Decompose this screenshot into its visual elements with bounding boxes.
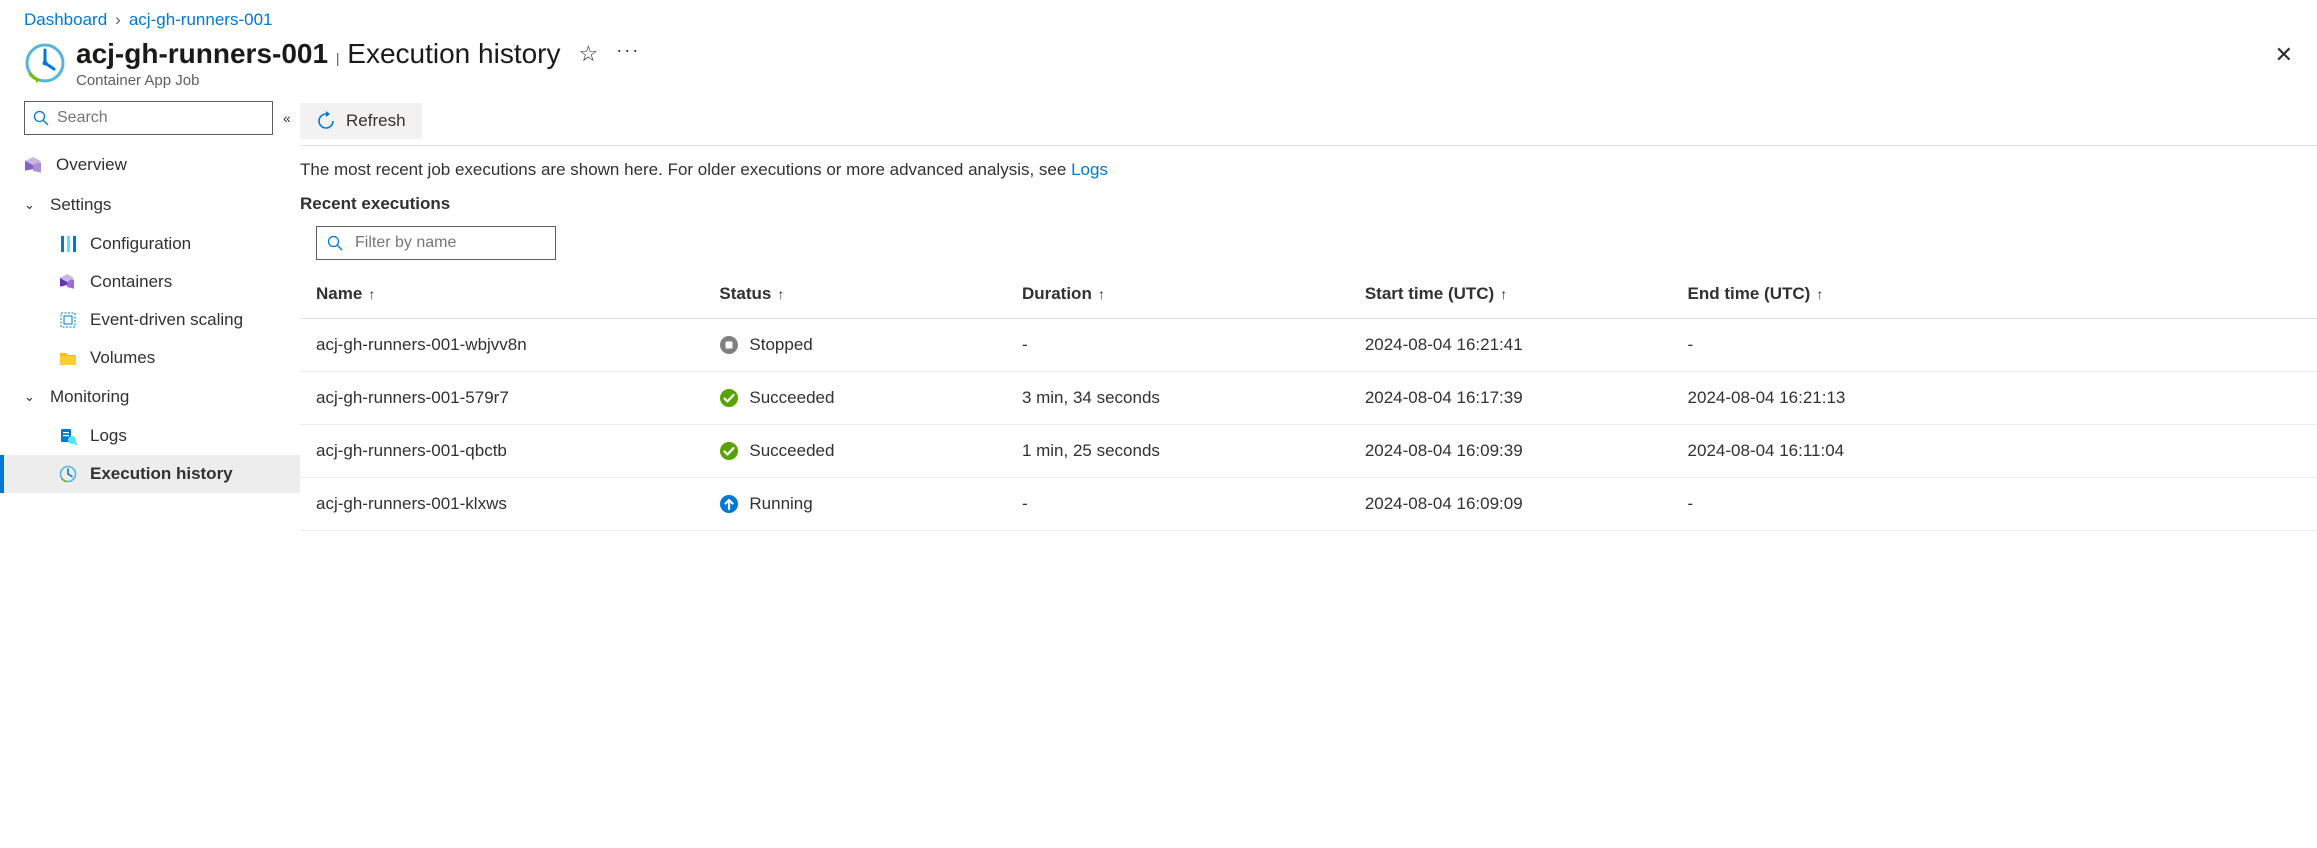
sidebar-item-label: Event-driven scaling	[90, 310, 243, 330]
sidebar-search[interactable]	[24, 101, 273, 135]
sort-up-icon: ↑	[368, 286, 375, 302]
table-row[interactable]: acj-gh-runners-001-klxwsRunning-2024-08-…	[300, 478, 2317, 531]
table-row[interactable]: acj-gh-runners-001-wbjvv8nStopped-2024-0…	[300, 319, 2317, 372]
chevron-down-icon: ⌄	[24, 197, 38, 213]
sort-up-icon: ↑	[1500, 286, 1507, 302]
col-end[interactable]: End time (UTC)↑	[1672, 270, 2317, 319]
cell-status: Running	[703, 478, 1006, 531]
search-icon	[327, 235, 343, 251]
cell-end: 2024-08-04 16:11:04	[1672, 425, 2317, 478]
sidebar-item-event-driven-scaling[interactable]: Event-driven scaling	[0, 301, 300, 339]
refresh-button[interactable]: Refresh	[300, 103, 422, 139]
info-hint: The most recent job executions are shown…	[300, 146, 2317, 190]
executions-table: Name↑ Status↑ Duration↑ Start time (UTC)…	[300, 270, 2317, 531]
page-header: acj-gh-runners-001 | Execution history ☆…	[0, 38, 2317, 97]
sidebar: « Overview ⌄ Settings	[0, 97, 300, 531]
filter-by-name[interactable]	[316, 226, 556, 260]
resource-icon	[24, 42, 66, 84]
cell-duration: -	[1006, 319, 1349, 372]
sidebar-item-execution-history[interactable]: Execution history	[0, 455, 300, 493]
col-start[interactable]: Start time (UTC)↑	[1349, 270, 1672, 319]
breadcrumb: Dashboard › acj-gh-runners-001	[0, 0, 2317, 38]
status-stopped-icon	[719, 335, 739, 355]
sidebar-item-volumes[interactable]: Volumes	[0, 339, 300, 377]
table-row[interactable]: acj-gh-runners-001-579r7Succeeded3 min, …	[300, 372, 2317, 425]
table-header-row: Name↑ Status↑ Duration↑ Start time (UTC)…	[300, 270, 2317, 319]
favorite-star-icon[interactable]: ☆	[579, 41, 599, 67]
configuration-icon	[58, 234, 78, 254]
sidebar-group-label: Settings	[50, 195, 111, 215]
cell-name: acj-gh-runners-001-579r7	[300, 372, 703, 425]
sidebar-item-configuration[interactable]: Configuration	[0, 225, 300, 263]
sidebar-item-label: Containers	[90, 272, 172, 292]
logs-link[interactable]: Logs	[1071, 160, 1108, 179]
logs-icon	[58, 426, 78, 446]
cell-status: Succeeded	[703, 372, 1006, 425]
cell-name: acj-gh-runners-001-klxws	[300, 478, 703, 531]
breadcrumb-root[interactable]: Dashboard	[24, 10, 107, 30]
page-title: acj-gh-runners-001 | Execution history	[76, 38, 561, 70]
section-title: Recent executions	[300, 190, 2317, 226]
col-name[interactable]: Name↑	[300, 270, 703, 319]
status-succeeded-icon	[719, 441, 739, 461]
filter-input[interactable]	[355, 234, 562, 252]
sidebar-group-settings[interactable]: ⌄ Settings	[0, 185, 300, 225]
resource-type-label: Container App Job	[76, 72, 640, 89]
sidebar-item-label: Logs	[90, 426, 127, 446]
sidebar-search-input[interactable]	[57, 109, 264, 127]
refresh-icon	[316, 111, 336, 131]
status-running-icon	[719, 494, 739, 514]
overview-icon	[24, 155, 44, 175]
sidebar-group-monitoring[interactable]: ⌄ Monitoring	[0, 377, 300, 417]
cell-name: acj-gh-runners-001-qbctb	[300, 425, 703, 478]
cell-status: Stopped	[703, 319, 1006, 372]
cell-duration: -	[1006, 478, 1349, 531]
scaling-icon	[58, 310, 78, 330]
sort-up-icon: ↑	[1816, 286, 1823, 302]
col-duration[interactable]: Duration↑	[1006, 270, 1349, 319]
history-icon	[58, 464, 78, 484]
sidebar-item-label: Volumes	[90, 348, 155, 368]
table-row[interactable]: acj-gh-runners-001-qbctbSucceeded1 min, …	[300, 425, 2317, 478]
search-icon	[33, 110, 49, 126]
sidebar-item-logs[interactable]: Logs	[0, 417, 300, 455]
sidebar-item-label: Execution history	[90, 464, 233, 484]
col-status[interactable]: Status↑	[703, 270, 1006, 319]
chevron-right-icon: ›	[115, 10, 121, 30]
sidebar-item-containers[interactable]: Containers	[0, 263, 300, 301]
cell-duration: 1 min, 25 seconds	[1006, 425, 1349, 478]
close-icon[interactable]: ✕	[2275, 42, 2293, 68]
breadcrumb-current[interactable]: acj-gh-runners-001	[129, 10, 273, 30]
sidebar-item-label: Overview	[56, 155, 127, 175]
cell-end: -	[1672, 319, 2317, 372]
sidebar-item-label: Configuration	[90, 234, 191, 254]
status-succeeded-icon	[719, 388, 739, 408]
cell-start: 2024-08-04 16:21:41	[1349, 319, 1672, 372]
refresh-label: Refresh	[346, 111, 406, 131]
chevron-down-icon: ⌄	[24, 389, 38, 405]
sidebar-item-overview[interactable]: Overview	[0, 145, 300, 185]
volumes-icon	[58, 348, 78, 368]
sort-up-icon: ↑	[777, 286, 784, 302]
collapse-sidebar-icon[interactable]: «	[283, 110, 291, 126]
containers-icon	[58, 272, 78, 292]
main-content: Refresh The most recent job executions a…	[300, 97, 2317, 531]
cell-end: 2024-08-04 16:21:13	[1672, 372, 2317, 425]
cell-status: Succeeded	[703, 425, 1006, 478]
cell-end: -	[1672, 478, 2317, 531]
cell-start: 2024-08-04 16:17:39	[1349, 372, 1672, 425]
sort-up-icon: ↑	[1098, 286, 1105, 302]
more-actions-icon[interactable]: ···	[616, 40, 640, 61]
toolbar: Refresh	[300, 97, 2317, 146]
cell-start: 2024-08-04 16:09:09	[1349, 478, 1672, 531]
cell-duration: 3 min, 34 seconds	[1006, 372, 1349, 425]
cell-name: acj-gh-runners-001-wbjvv8n	[300, 319, 703, 372]
cell-start: 2024-08-04 16:09:39	[1349, 425, 1672, 478]
sidebar-group-label: Monitoring	[50, 387, 129, 407]
